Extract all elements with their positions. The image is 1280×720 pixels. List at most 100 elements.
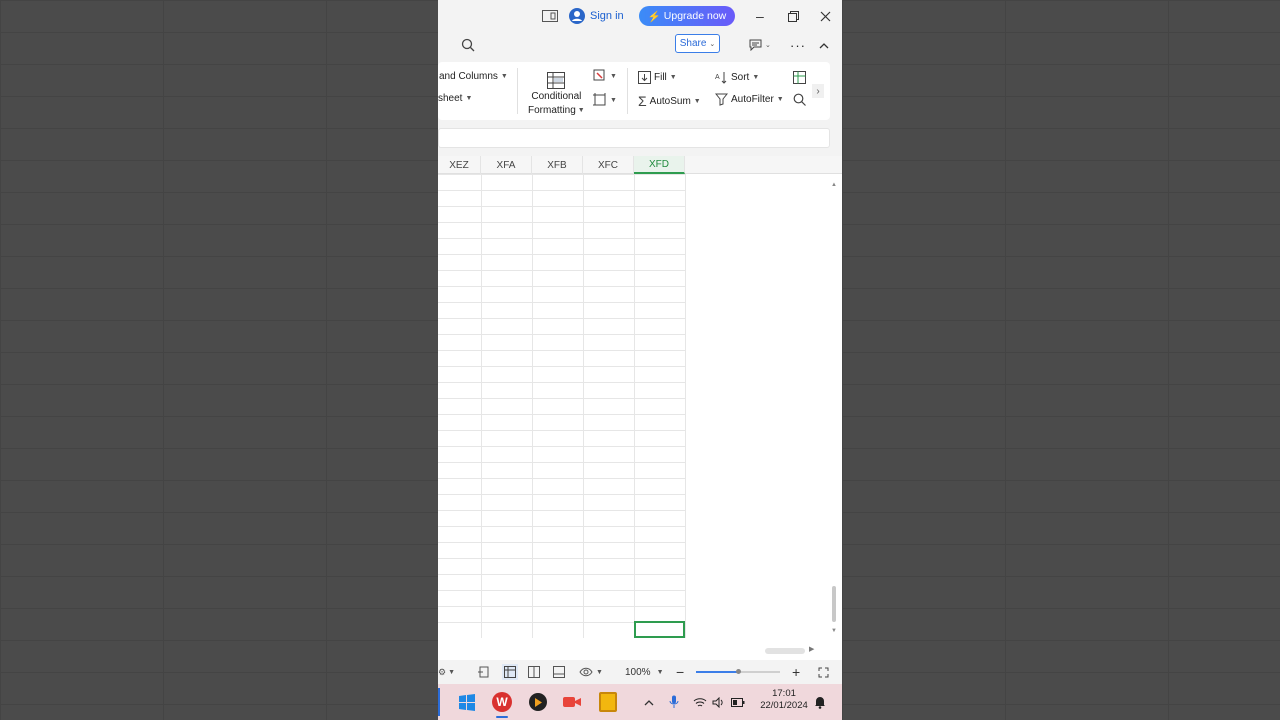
sort-label: Sort xyxy=(731,72,750,83)
upgrade-now-button[interactable]: ⚡ Upgrade now xyxy=(639,6,735,26)
taskbar: W 17:01 22/01/2024 xyxy=(438,684,842,720)
column-header[interactable]: XFB xyxy=(532,156,583,174)
zoom-slider-thumb[interactable] xyxy=(736,669,741,674)
collapse-ribbon-icon[interactable] xyxy=(819,32,829,58)
freeze-panes-button[interactable] xyxy=(793,71,806,84)
autosum-button[interactable]: Σ AutoSum ▼ xyxy=(638,93,701,109)
share-button[interactable]: Share ⌄ xyxy=(675,34,720,53)
zoom-slider[interactable] xyxy=(696,660,780,684)
windows-start-icon[interactable] xyxy=(457,692,477,712)
ribbon: and Columns ▼ sheet ▼ Conditional Format… xyxy=(438,58,842,124)
horizontal-scrollbar-thumb[interactable] xyxy=(765,648,805,654)
zoom-level: 100% xyxy=(625,666,651,678)
vertical-scrollbar[interactable]: ▲ ▼ xyxy=(829,178,839,638)
chevron-down-icon: ⌄ xyxy=(709,40,716,48)
title-bar: Sign in ⚡ Upgrade now – xyxy=(438,0,842,32)
ribbon-panel: and Columns ▼ sheet ▼ Conditional Format… xyxy=(438,62,830,120)
system-clock[interactable]: 17:01 22/01/2024 xyxy=(754,688,814,712)
comments-button[interactable]: ⌄ xyxy=(749,32,771,58)
autofilter-button[interactable]: AutoFilter ▼ xyxy=(715,93,784,106)
page-layout-view-icon[interactable] xyxy=(528,660,540,684)
filter-icon xyxy=(715,93,728,106)
active-cell[interactable] xyxy=(634,621,685,638)
zoom-slider-fill xyxy=(696,671,738,673)
chevron-right-icon: › xyxy=(816,85,820,97)
column-header[interactable]: XEZ xyxy=(438,156,481,174)
sign-in-label: Sign in xyxy=(590,10,624,22)
column-header[interactable]: XFC xyxy=(583,156,634,174)
background-left xyxy=(0,0,438,720)
column-header[interactable]: XFA xyxy=(481,156,532,174)
chevron-down-icon: ▼ xyxy=(693,97,701,105)
chevron-down-icon: ▼ xyxy=(596,668,603,676)
wps-office-icon[interactable]: W xyxy=(492,692,512,712)
autofilter-label: AutoFilter xyxy=(731,94,774,105)
page-break-view-icon[interactable] xyxy=(478,660,490,684)
grid-line xyxy=(583,174,584,638)
close-button[interactable] xyxy=(820,0,831,32)
ribbon-divider xyxy=(627,68,628,114)
chevron-down-icon: ⌄ xyxy=(765,42,771,49)
normal-view-icon[interactable] xyxy=(502,660,518,684)
page-preview-icon[interactable] xyxy=(553,660,565,684)
grid-line xyxy=(634,174,635,638)
reading-mode-icon[interactable] xyxy=(542,0,558,32)
cell-style-icon xyxy=(593,69,605,81)
background-right xyxy=(842,0,1280,720)
view-options-button[interactable]: ⚙ ▼ xyxy=(438,660,455,684)
comment-icon xyxy=(749,39,762,51)
cell-grid[interactable] xyxy=(438,174,685,638)
notes-app-icon[interactable] xyxy=(598,692,618,712)
zoom-in-button[interactable]: + xyxy=(792,660,800,684)
column-header-row: XEZ XFA XFB XFC XFD xyxy=(438,156,842,174)
minimize-button[interactable]: – xyxy=(756,0,764,32)
worksheet-button[interactable]: sheet ▼ xyxy=(438,93,472,104)
sort-button[interactable]: A Sort ▼ xyxy=(715,71,759,84)
chevron-up-icon[interactable] xyxy=(639,692,659,712)
worksheet-label: sheet xyxy=(438,93,463,104)
sign-in-button[interactable]: Sign in xyxy=(569,0,624,32)
scroll-up-icon[interactable]: ▲ xyxy=(831,182,837,188)
rows-and-columns-button[interactable]: and Columns ▼ xyxy=(439,71,508,82)
clock-time: 17:01 xyxy=(772,688,796,699)
formula-input[interactable] xyxy=(438,128,830,148)
fill-label: Fill xyxy=(654,72,667,83)
upgrade-label: Upgrade now xyxy=(663,10,727,22)
chevron-down-icon: ▼ xyxy=(577,107,585,114)
taskbar-edge xyxy=(438,688,440,716)
battery-icon[interactable] xyxy=(728,692,748,712)
notification-bell-icon[interactable] xyxy=(810,692,830,712)
scroll-down-icon[interactable]: ▼ xyxy=(831,628,837,634)
conditional-formatting-button[interactable]: Conditional Formatting ▼ xyxy=(528,72,585,117)
eye-protection-button[interactable]: ▼ xyxy=(579,660,603,684)
chevron-down-icon: ▼ xyxy=(500,73,508,80)
ribbon-scroll-right-button[interactable]: › xyxy=(812,84,824,98)
scrollbar-thumb[interactable] xyxy=(832,586,836,622)
zoom-out-button[interactable]: − xyxy=(676,660,684,684)
media-player-icon[interactable] xyxy=(528,692,548,712)
column-header-selected[interactable]: XFD xyxy=(634,156,685,174)
volume-icon[interactable] xyxy=(708,692,728,712)
search-icon xyxy=(793,93,806,106)
wifi-icon[interactable] xyxy=(690,692,710,712)
lightning-icon: ⚡ xyxy=(647,10,661,23)
chevron-down-icon: ▼ xyxy=(610,72,617,80)
chevron-down-icon: ▼ xyxy=(610,96,617,104)
find-button[interactable] xyxy=(793,93,806,106)
sort-icon: A xyxy=(715,72,727,84)
format-painter-button[interactable]: ▼ xyxy=(593,69,617,83)
user-avatar-icon xyxy=(569,8,585,24)
fullscreen-icon[interactable] xyxy=(818,660,829,684)
scroll-right-icon[interactable]: ▶ xyxy=(809,645,814,653)
spreadsheet-window: Sign in ⚡ Upgrade now – Share ⌄ ⌄ ··· an… xyxy=(438,0,842,720)
restore-button[interactable] xyxy=(788,0,799,32)
zoom-level-button[interactable]: 100% ▼ xyxy=(625,660,664,684)
border-icon xyxy=(593,93,606,106)
screen-recorder-icon[interactable] xyxy=(562,692,582,712)
grid-line xyxy=(532,174,533,638)
search-icon[interactable] xyxy=(461,32,475,58)
more-options-icon[interactable]: ··· xyxy=(790,32,806,58)
borders-button[interactable]: ▼ xyxy=(593,93,617,107)
fill-button[interactable]: Fill ▼ xyxy=(638,71,677,84)
microphone-icon[interactable] xyxy=(664,692,684,712)
